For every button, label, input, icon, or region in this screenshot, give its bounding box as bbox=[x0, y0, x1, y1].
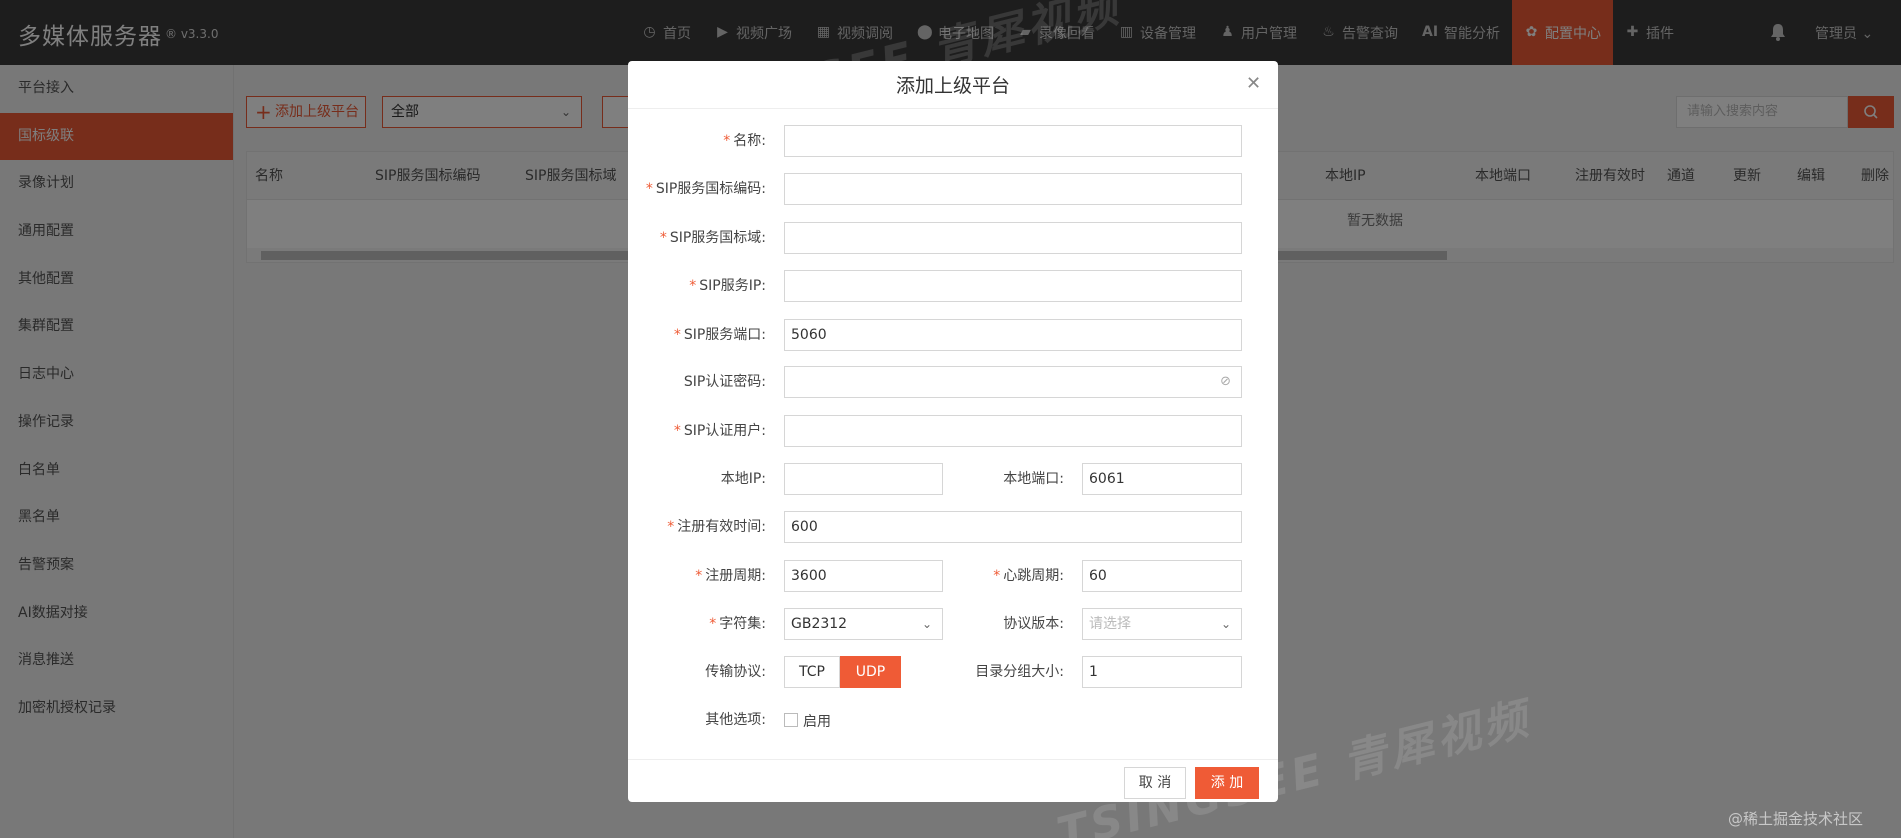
label-text: 名称: bbox=[733, 133, 766, 149]
enable-checkbox-label[interactable]: 启用 bbox=[803, 711, 831, 731]
register-cycle-label: * 注册周期: bbox=[695, 560, 766, 592]
expires-label: * 注册有效时间: bbox=[667, 511, 766, 543]
label-text: 注册周期: bbox=[705, 568, 766, 584]
sip-user-label: * SIP认证用户: bbox=[674, 415, 766, 447]
name-input[interactable] bbox=[784, 125, 1242, 157]
enable-checkbox[interactable] bbox=[784, 713, 798, 727]
other-options-label: 其他选项: bbox=[705, 712, 766, 728]
sip-port-label: * SIP服务端口: bbox=[674, 319, 766, 351]
sip-id-input[interactable] bbox=[784, 173, 1242, 205]
label-text: SIP服务IP: bbox=[699, 278, 766, 294]
sip-password-input[interactable]: ⊘ bbox=[784, 366, 1242, 398]
sip-user-input[interactable] bbox=[784, 415, 1242, 447]
dialog-title: 添加上级平台 bbox=[628, 61, 1278, 109]
required-mark: * bbox=[695, 568, 703, 584]
required-mark: * bbox=[723, 133, 731, 149]
label-text: SIP认证用户: bbox=[683, 423, 766, 439]
required-mark: * bbox=[673, 423, 681, 439]
transport-udp-button[interactable]: UDP bbox=[840, 656, 901, 688]
label-text: 字符集: bbox=[719, 616, 766, 632]
dialog-footer-divider bbox=[628, 759, 1278, 760]
transport-label: 传输协议: bbox=[705, 664, 766, 680]
label-text: SIP认证密码: bbox=[683, 374, 766, 390]
sip-id-label: * SIP服务国标编码: bbox=[646, 173, 766, 205]
required-mark: * bbox=[667, 519, 675, 535]
required-mark: * bbox=[689, 278, 697, 294]
charset-label: * 字符集: bbox=[709, 608, 766, 640]
heartbeat-input[interactable]: 60 bbox=[1082, 560, 1242, 592]
label-text: SIP服务国标域: bbox=[669, 230, 766, 246]
protocol-version-select[interactable]: 请选择 ⌄ bbox=[1082, 608, 1242, 640]
catalog-group-label: 目录分组大小: bbox=[975, 664, 1064, 680]
charset-value: GB2312 bbox=[791, 616, 848, 632]
label-text: SIP服务国标编码: bbox=[655, 181, 766, 197]
label-text: 心跳周期: bbox=[1003, 568, 1064, 584]
chevron-down-icon: ⌄ bbox=[921, 617, 932, 631]
local-port-label: 本地端口: bbox=[1003, 471, 1064, 487]
name-label: * 名称: bbox=[723, 125, 766, 157]
sip-domain-input[interactable] bbox=[784, 222, 1242, 254]
heartbeat-label: * 心跳周期: bbox=[993, 560, 1064, 592]
eye-off-icon[interactable]: ⊘ bbox=[1220, 367, 1231, 397]
expires-input[interactable]: 600 bbox=[784, 511, 1242, 543]
sip-ip-input[interactable] bbox=[784, 270, 1242, 302]
submit-add-button[interactable]: 添 加 bbox=[1195, 767, 1259, 799]
catalog-group-input[interactable]: 1 bbox=[1082, 656, 1242, 688]
close-icon[interactable]: ✕ bbox=[1246, 73, 1261, 94]
cancel-button[interactable]: 取 消 bbox=[1124, 767, 1186, 799]
label-text: 注册有效时间: bbox=[677, 519, 766, 535]
add-platform-dialog: 添加上级平台 ✕ * 名称: * SIP服务国标编码: * SIP服务国标域: * SI… bbox=[628, 61, 1278, 802]
sip-ip-label: * SIP服务IP: bbox=[689, 270, 766, 302]
local-ip-label: 本地IP: bbox=[720, 471, 766, 487]
sip-port-input[interactable]: 5060 bbox=[784, 319, 1242, 351]
transport-tcp-button[interactable]: TCP bbox=[784, 656, 840, 688]
label-text: SIP服务端口: bbox=[683, 327, 766, 343]
local-port-input[interactable]: 6061 bbox=[1082, 463, 1242, 495]
chevron-down-icon: ⌄ bbox=[1220, 617, 1231, 631]
protocol-version-label: 协议版本: bbox=[1003, 616, 1064, 632]
required-mark: * bbox=[709, 616, 717, 632]
required-mark: * bbox=[645, 181, 653, 197]
register-cycle-input[interactable]: 3600 bbox=[784, 560, 943, 592]
sip-password-label: SIP认证密码: bbox=[684, 366, 766, 398]
required-mark: * bbox=[993, 568, 1001, 584]
credit-watermark: @稀土掘金技术社区 bbox=[1728, 810, 1864, 828]
required-mark: * bbox=[673, 327, 681, 343]
local-ip-input[interactable] bbox=[784, 463, 943, 495]
sip-domain-label: * SIP服务国标域: bbox=[660, 222, 766, 254]
protocol-version-placeholder: 请选择 bbox=[1089, 616, 1131, 632]
required-mark: * bbox=[659, 230, 667, 246]
charset-select[interactable]: GB2312 ⌄ bbox=[784, 608, 943, 640]
